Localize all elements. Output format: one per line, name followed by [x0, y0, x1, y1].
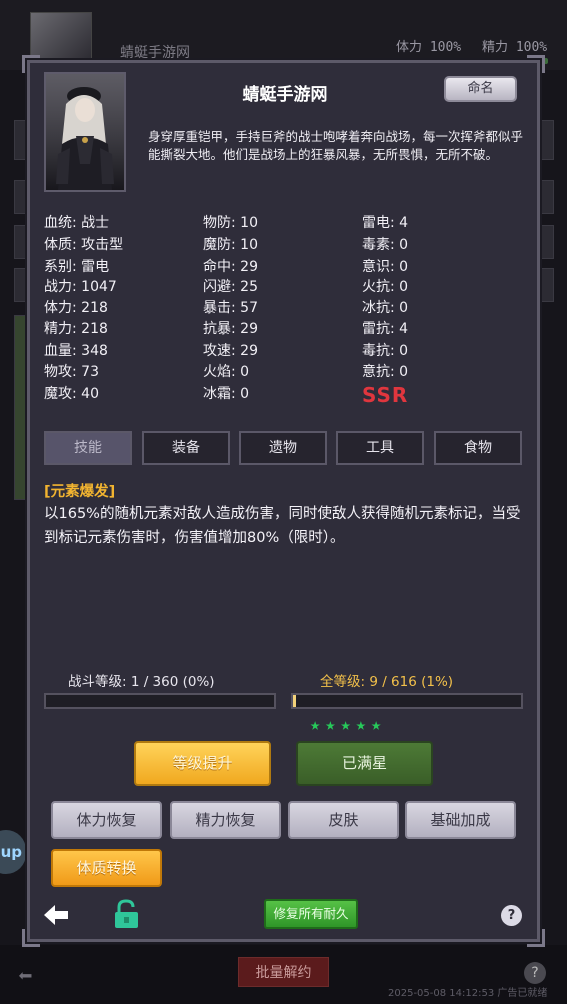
repair-all-button[interactable]: 修复所有耐久 — [264, 899, 358, 929]
background-player-name: 蜻蜓手游网 — [120, 45, 190, 61]
panel-corner — [527, 929, 545, 947]
combat-level-bar — [44, 693, 276, 709]
stat-fire-resist: 火抗: 0 — [362, 279, 409, 295]
stat-constitution: 体质: 攻击型 — [44, 237, 124, 253]
stat-poison: 毒素: 0 — [362, 237, 409, 253]
stat-physical-defense: 物防: 10 — [203, 215, 258, 231]
stat-hit: 命中: 29 — [203, 259, 258, 275]
background-back-icon[interactable]: ⬅ — [18, 962, 32, 990]
background-timestamp: 2025-05-08 14:12:53 广告已就绪 — [388, 988, 548, 999]
stat-thunder-resist: 雷抗: 4 — [362, 321, 409, 337]
tab-skills[interactable]: 技能 — [44, 431, 132, 465]
background-list-edge — [14, 225, 28, 259]
stat-magic-attack: 魔攻: 40 — [44, 386, 99, 402]
stat-ice-resist: 冰抗: 0 — [362, 300, 409, 316]
constitution-convert-button[interactable]: 体质转换 — [51, 849, 162, 887]
star-rating: ★★★★★ — [310, 715, 387, 735]
max-star-button[interactable]: 已满星 — [296, 741, 433, 786]
stat-frost: 冰霜: 0 — [203, 386, 250, 402]
tab-tools[interactable]: 工具 — [336, 431, 424, 465]
rename-button[interactable]: 命名 — [444, 76, 517, 102]
skin-button[interactable]: 皮肤 — [288, 801, 399, 839]
background-list-edge — [540, 120, 554, 160]
stat-hp: 血量: 348 — [44, 343, 108, 359]
panel-corner — [22, 55, 40, 73]
background-list-edge — [14, 268, 28, 302]
panel-corner — [527, 55, 545, 73]
stat-stamina: 体力: 218 — [44, 300, 108, 316]
stat-awareness-resist: 意抗: 0 — [362, 364, 409, 380]
tab-equipment[interactable]: 装备 — [142, 431, 230, 465]
tab-food[interactable]: 食物 — [434, 431, 522, 465]
level-up-button[interactable]: 等级提升 — [134, 741, 271, 786]
bulk-terminate-button[interactable]: 批量解约 — [238, 957, 329, 987]
tab-relics[interactable]: 遗物 — [239, 431, 327, 465]
character-description: 身穿厚重铠甲，手持巨斧的战士咆哮着奔向战场，每一次挥斧都似乎能撕裂大地。他们是战… — [148, 129, 524, 162]
stat-fire: 火焰: 0 — [203, 364, 250, 380]
stat-crit-resist: 抗暴: 29 — [203, 321, 258, 337]
background-list-edge — [14, 180, 28, 214]
stat-crit: 暴击: 57 — [203, 300, 258, 316]
unlock-icon[interactable] — [113, 899, 140, 929]
character-title: 蜻蜓手游网 — [242, 85, 328, 105]
total-level-fill — [293, 695, 297, 707]
stat-dodge: 闪避: 25 — [203, 279, 258, 295]
character-portrait — [44, 72, 126, 192]
stat-magic-defense: 魔防: 10 — [203, 237, 258, 253]
background-list-edge — [14, 120, 28, 160]
background-list-edge — [540, 180, 554, 214]
background-stamina: 体力 100% — [396, 40, 462, 55]
stat-physical-attack: 物攻: 73 — [44, 364, 99, 380]
background-list-edge — [540, 225, 554, 259]
rarity-badge: SSR — [362, 383, 409, 407]
stat-element: 系别: 雷电 — [44, 259, 110, 275]
skill-name: [元素爆发] — [44, 484, 116, 500]
combat-level-label: 战斗等级: 1 / 360 (0%) — [68, 674, 215, 690]
base-bonus-button[interactable]: 基础加成 — [405, 801, 516, 839]
help-icon[interactable]: ? — [501, 905, 522, 926]
up-badge[interactable]: up — [0, 830, 26, 874]
stat-thunder: 雷电: 4 — [362, 215, 409, 231]
total-level-bar — [291, 693, 523, 709]
stat-energy: 精力: 218 — [44, 321, 108, 337]
stat-power: 战力: 1047 — [44, 279, 117, 295]
total-level-label: 全等级: 9 / 616 (1%) — [320, 674, 454, 690]
panel-corner — [22, 929, 40, 947]
background-help-icon[interactable]: ? — [524, 962, 546, 984]
recover-energy-button[interactable]: 精力恢复 — [170, 801, 281, 839]
stat-bloodline: 血统: 战士 — [44, 215, 110, 231]
background-energy: 精力 100% — [482, 40, 548, 55]
background-list-edge — [14, 315, 28, 500]
stat-awareness: 意识: 0 — [362, 259, 409, 275]
background-list-edge — [540, 268, 554, 302]
stat-poison-resist: 毒抗: 0 — [362, 343, 409, 359]
stat-attack-speed: 攻速: 29 — [203, 343, 258, 359]
back-arrow-icon[interactable] — [42, 902, 70, 928]
recover-stamina-button[interactable]: 体力恢复 — [51, 801, 162, 839]
skill-description: 以165%的随机元素对敌人造成伤害，同时使敌人获得随机元素标记，当受到标记元素伤… — [44, 506, 521, 546]
